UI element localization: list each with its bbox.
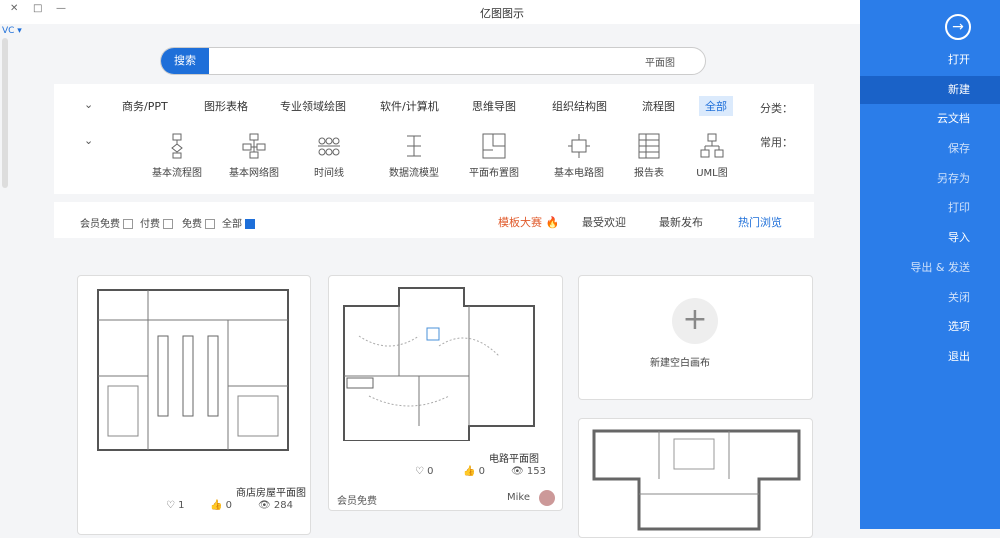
filter-paid[interactable]: 付费 <box>140 215 173 230</box>
chevron-down-icon[interactable]: ⌄ <box>84 134 93 147</box>
card-title: 电路平面图 <box>489 454 539 465</box>
network-icon <box>242 133 266 159</box>
category-all[interactable]: 全部 <box>699 96 733 116</box>
common-item-network[interactable]: 基本网络图 <box>219 132 289 179</box>
nav-item-save[interactable]: 保存 <box>860 135 1000 163</box>
views-count: 👁 153 <box>511 466 546 477</box>
tab-newest[interactable]: 最新发布 <box>659 214 703 230</box>
nav-item-exit[interactable]: 退出 <box>860 343 1000 371</box>
views-count: 👁 284 <box>258 500 293 511</box>
new-blank-canvas-label: 新建空白画布 <box>650 358 710 369</box>
chevron-down-icon[interactable]: ⌄ <box>84 98 93 111</box>
nav-item-options[interactable]: 选项 <box>860 313 1000 341</box>
avatar <box>539 490 555 506</box>
template-card[interactable]: 电路平面图 👁 153 👍 0 ♡ 0 Mike 会员免费 <box>328 275 563 511</box>
flowchart-icon <box>171 133 183 159</box>
tab-contest[interactable]: 模板大赛 🔥 <box>498 214 559 230</box>
category-tables[interactable]: 图形表格 <box>204 98 248 114</box>
filter-all[interactable]: 全部 <box>222 215 255 230</box>
checkbox-checked[interactable] <box>245 219 255 229</box>
checkbox[interactable] <box>205 219 215 229</box>
nav-item-import[interactable]: 导入 <box>860 224 1000 252</box>
close-window-button[interactable]: ✕ <box>10 3 18 14</box>
common-item-timeline[interactable]: 时间线 <box>294 132 364 179</box>
circuit-icon <box>568 134 590 158</box>
comments-count: ♡ 1 <box>166 500 185 511</box>
nav-item-new[interactable]: 新建 <box>860 76 1000 104</box>
tab-hot[interactable]: 热门浏览 <box>738 214 782 230</box>
likes-count: 👍 0 <box>210 500 233 511</box>
minimize-window-button[interactable]: — <box>56 3 66 14</box>
floorplan-thumbnail <box>592 429 801 531</box>
checkbox[interactable] <box>123 219 133 229</box>
template-card[interactable]: 商店房屋平面图 👁 284 👍 0 ♡ 1 <box>77 275 311 535</box>
uml-icon <box>700 133 724 158</box>
search-box: 搜索 平面图 <box>160 47 706 75</box>
category-business[interactable]: 商务/PPT <box>122 98 168 114</box>
timeline-icon <box>318 137 340 156</box>
common-item-dataflow[interactable]: 数据流模型 <box>379 132 449 179</box>
nav-item-cloud[interactable]: 云文档 <box>860 105 1000 133</box>
filter-free[interactable]: 免费 <box>182 215 215 230</box>
common-item-circuit[interactable]: 基本电路图 <box>544 132 614 179</box>
plus-icon[interactable]: + <box>672 298 718 344</box>
common-label: 常用： <box>760 136 793 149</box>
common-item-floorplan[interactable]: 平面布置图 <box>459 132 529 179</box>
fire-icon: 🔥 <box>542 216 560 229</box>
dataflow-icon <box>407 135 421 157</box>
category-label: 分类： <box>760 102 793 115</box>
nav-item-open[interactable]: 打开 <box>860 46 1000 74</box>
maximize-window-button[interactable]: □ <box>33 3 42 14</box>
category-org-chart[interactable]: 组织结构图 <box>552 98 607 114</box>
common-item-report[interactable]: 报告表 <box>614 132 684 179</box>
common-item-uml[interactable]: UML图 <box>677 132 747 179</box>
floorplan-icon <box>482 133 506 159</box>
filter-member[interactable]: 会员免费 <box>80 215 133 230</box>
tab-popular[interactable]: 最受欢迎 <box>582 214 626 230</box>
checkbox[interactable] <box>163 219 173 229</box>
account-menu[interactable]: VC ▾ <box>2 26 22 36</box>
common-item-basic-flow[interactable]: 基本流程图 <box>142 132 212 179</box>
circuit-floorplan-thumbnail <box>343 287 535 441</box>
scrollbar[interactable] <box>2 38 8 188</box>
nav-item-print[interactable]: 打印 <box>860 194 1000 222</box>
template-card[interactable] <box>578 418 813 538</box>
nav-item-save-as[interactable]: 另存为 <box>860 165 1000 193</box>
report-icon <box>638 133 660 159</box>
card-title: 商店房屋平面图 <box>236 488 306 499</box>
title-bar: ✕ □ — 亿图图示 <box>0 0 860 24</box>
search-input[interactable]: 平面图 <box>645 54 675 69</box>
nav-item-export[interactable]: 导出 & 发送 <box>860 254 1000 282</box>
window-title: 亿图图示 <box>480 7 524 20</box>
likes-count: 👍 0 <box>463 466 486 477</box>
member-free-badge: 会员免费 <box>337 496 377 507</box>
open-arrow-icon[interactable]: → <box>945 14 971 40</box>
search-button[interactable]: 搜索 <box>161 48 209 74</box>
category-mind-map[interactable]: 思维导图 <box>472 98 516 114</box>
floorplan-thumbnail <box>97 289 289 451</box>
category-flowchart[interactable]: 流程图 <box>642 98 675 114</box>
comments-count: ♡ 0 <box>415 466 434 477</box>
category-software[interactable]: 软件/计算机 <box>380 98 439 114</box>
nav-item-close[interactable]: 关闭 <box>860 284 1000 312</box>
filter-bar: 热门浏览 最新发布 最受欢迎 模板大赛 🔥 全部 免费 付费 会员免费 <box>54 202 814 238</box>
category-panel: ⌄ ⌄ 分类： 全部 流程图 组织结构图 思维导图 软件/计算机 专业领域绘图 … <box>54 84 814 194</box>
author-name[interactable]: Mike <box>507 492 530 503</box>
category-professional[interactable]: 专业领域绘图 <box>280 98 346 114</box>
